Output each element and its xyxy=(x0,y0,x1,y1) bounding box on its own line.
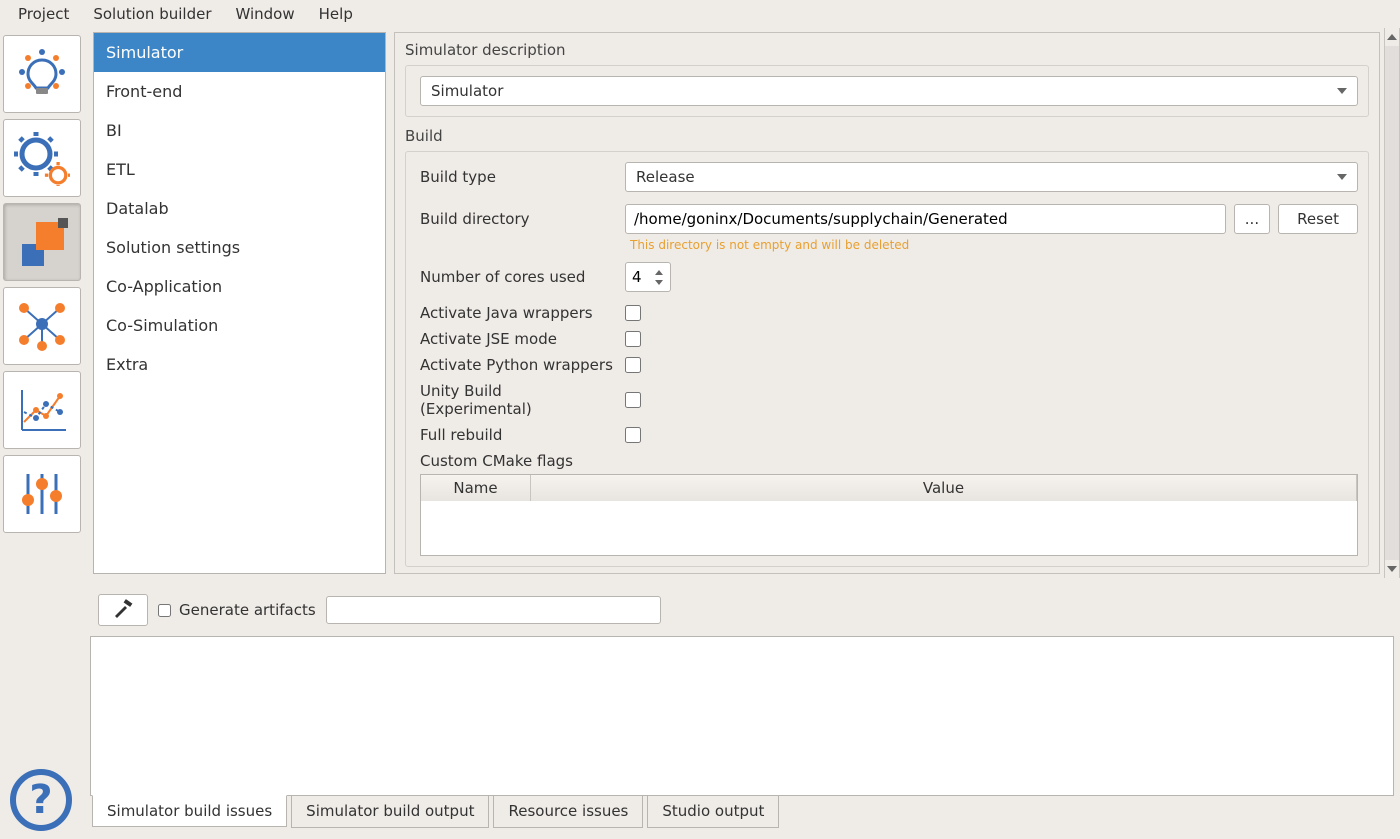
sidebar-item-frontend[interactable]: Front-end xyxy=(94,72,385,111)
lightbulb-icon xyxy=(14,46,70,102)
sidebar-item-solution-settings[interactable]: Solution settings xyxy=(94,228,385,267)
generate-artifacts-checkbox[interactable] xyxy=(158,604,171,617)
cmake-table: Name Value xyxy=(420,474,1358,556)
sidebar-item-co-simulation[interactable]: Co-Simulation xyxy=(94,306,385,345)
full-rebuild-checkbox[interactable] xyxy=(625,427,641,443)
java-wrappers-label: Activate Java wrappers xyxy=(420,304,615,322)
build-title: Build xyxy=(405,127,1369,145)
build-type-combo[interactable]: Release xyxy=(625,162,1358,192)
simulator-description-value: Simulator xyxy=(431,82,503,100)
gear-icon xyxy=(14,130,70,186)
python-wrappers-checkbox[interactable] xyxy=(625,357,641,373)
cores-label: Number of cores used xyxy=(420,268,615,286)
java-wrappers-checkbox[interactable] xyxy=(625,305,641,321)
line-chart-icon xyxy=(14,382,70,438)
output-area[interactable] xyxy=(90,636,1394,796)
form-scrollbar[interactable] xyxy=(1384,28,1400,578)
svg-text:?: ? xyxy=(29,777,52,823)
tool-settings[interactable] xyxy=(3,119,81,197)
sidebar-item-co-application[interactable]: Co-Application xyxy=(94,267,385,306)
scrollbar-track[interactable] xyxy=(1385,46,1399,560)
help-icon: ? xyxy=(8,767,74,833)
menu-solution-builder[interactable]: Solution builder xyxy=(81,1,223,27)
squares-icon xyxy=(14,214,70,270)
browse-button[interactable]: ... xyxy=(1234,204,1270,234)
build-type-label: Build type xyxy=(420,168,615,186)
jse-mode-label: Activate JSE mode xyxy=(420,330,615,348)
icon-toolbar xyxy=(0,28,87,578)
jse-mode-checkbox[interactable] xyxy=(625,331,641,347)
simulator-description-title: Simulator description xyxy=(405,41,1369,59)
tab-resource-issues[interactable]: Resource issues xyxy=(493,796,643,828)
cores-spinbox[interactable] xyxy=(625,262,671,292)
tool-builder[interactable] xyxy=(3,203,81,281)
chevron-down-icon xyxy=(1337,88,1347,94)
graph-icon xyxy=(14,298,70,354)
scroll-down-button[interactable] xyxy=(1385,560,1399,578)
help-button[interactable]: ? xyxy=(4,763,78,837)
cmake-flags-label: Custom CMake flags xyxy=(420,452,1358,470)
spin-down-icon[interactable] xyxy=(652,277,666,287)
sliders-icon xyxy=(14,466,70,522)
spin-up-icon[interactable] xyxy=(652,267,666,277)
menu-help[interactable]: Help xyxy=(307,1,365,27)
tool-sliders[interactable] xyxy=(3,455,81,533)
cmake-col-value[interactable]: Value xyxy=(531,475,1357,501)
tab-simulator-build-issues[interactable]: Simulator build issues xyxy=(92,795,287,827)
bottom-toolbar: Generate artifacts xyxy=(0,578,1400,636)
sidebar-list: Simulator Front-end BI ETL Datalab Solut… xyxy=(93,32,386,574)
unity-build-label: Unity Build (Experimental) xyxy=(420,382,615,418)
reset-button[interactable]: Reset xyxy=(1278,204,1358,234)
hammer-icon xyxy=(112,599,134,621)
menu-project[interactable]: Project xyxy=(6,1,81,27)
tool-lightbulb[interactable] xyxy=(3,35,81,113)
sidebar-item-simulator[interactable]: Simulator xyxy=(94,33,385,72)
build-button[interactable] xyxy=(98,594,148,626)
menubar: Project Solution builder Window Help xyxy=(0,0,1400,28)
cmake-col-name[interactable]: Name xyxy=(421,475,531,501)
generate-artifacts-check[interactable]: Generate artifacts xyxy=(158,601,316,619)
unity-build-checkbox[interactable] xyxy=(625,392,641,408)
cmake-table-body[interactable] xyxy=(421,501,1357,555)
sidebar-item-etl[interactable]: ETL xyxy=(94,150,385,189)
triangle-up-icon xyxy=(1387,34,1397,40)
sidebar-item-bi[interactable]: BI xyxy=(94,111,385,150)
menu-window[interactable]: Window xyxy=(223,1,306,27)
tool-chart[interactable] xyxy=(3,371,81,449)
scroll-up-button[interactable] xyxy=(1385,28,1399,46)
sidebar-item-extra[interactable]: Extra xyxy=(94,345,385,384)
triangle-down-icon xyxy=(1387,566,1397,572)
build-directory-input[interactable] xyxy=(625,204,1226,234)
simulator-description-combo[interactable]: Simulator xyxy=(420,76,1358,106)
build-directory-warning: This directory is not empty and will be … xyxy=(630,238,1358,252)
generate-artifacts-input[interactable] xyxy=(326,596,661,624)
tab-studio-output[interactable]: Studio output xyxy=(647,796,779,828)
generate-artifacts-label: Generate artifacts xyxy=(179,601,316,619)
sidebar-item-datalab[interactable]: Datalab xyxy=(94,189,385,228)
bottom-tabs: Simulator build issues Simulator build o… xyxy=(0,796,1400,828)
tool-graph[interactable] xyxy=(3,287,81,365)
chevron-down-icon xyxy=(1337,174,1347,180)
tab-simulator-build-output[interactable]: Simulator build output xyxy=(291,796,489,828)
python-wrappers-label: Activate Python wrappers xyxy=(420,356,615,374)
build-type-value: Release xyxy=(636,168,695,186)
main-area: Simulator Front-end BI ETL Datalab Solut… xyxy=(0,28,1400,578)
form-panel: Simulator description Simulator Build Bu… xyxy=(390,28,1384,578)
full-rebuild-label: Full rebuild xyxy=(420,426,615,444)
build-directory-label: Build directory xyxy=(420,210,615,228)
cores-value[interactable] xyxy=(626,268,652,286)
